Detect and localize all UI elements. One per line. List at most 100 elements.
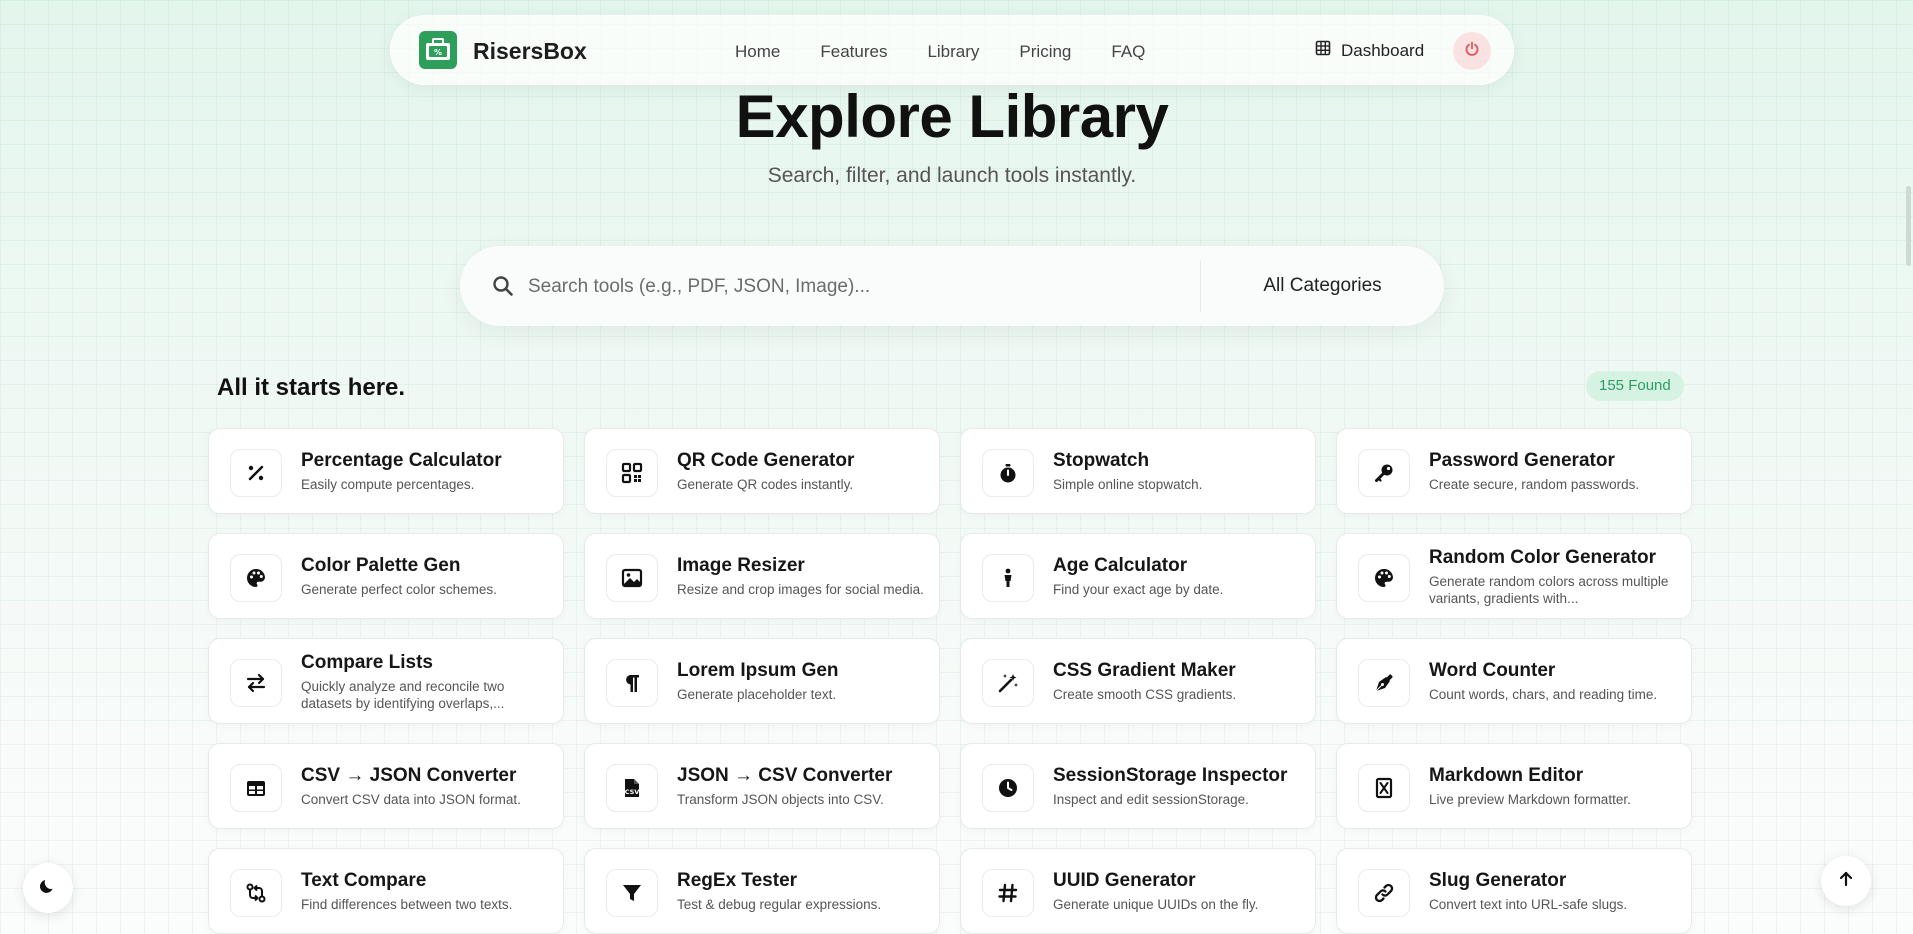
tool-title: SessionStorage Inspector xyxy=(1053,765,1288,786)
dashboard-label: Dashboard xyxy=(1341,40,1425,60)
tool-description: Quickly analyze and reconcile two datase… xyxy=(301,678,505,711)
tool-description: Inspect and edit sessionStorage. xyxy=(1053,792,1249,807)
tool-title: Color Palette Gen xyxy=(301,555,461,576)
tool-description: Count words, chars, and reading time. xyxy=(1429,687,1658,702)
moon-icon xyxy=(39,877,57,900)
tool-title: JSON → CSV Converter xyxy=(677,765,893,786)
tool-card-body: Markdown Editor Live preview Markdown for… xyxy=(1429,744,1677,828)
tool-card-sessionstorage-inspector[interactable]: SessionStorage Inspector Inspect and edit… xyxy=(960,743,1316,829)
tool-card-body: Age Calculator Find your exact age by dat… xyxy=(1053,534,1301,618)
tool-card-body: RegEx Tester Test & debug regular express… xyxy=(677,849,925,933)
nav-link-faq[interactable]: FAQ xyxy=(1111,42,1145,62)
logout-button[interactable] xyxy=(1453,32,1491,70)
tool-description: Convert CSV data into JSON format. xyxy=(301,792,521,807)
tool-card-body: QR Code Generator Generate QR codes insta… xyxy=(677,429,925,513)
tool-card-body: Image Resizer Resize and crop images for … xyxy=(677,534,925,618)
person-icon xyxy=(982,554,1034,602)
tool-description: Simple online stopwatch. xyxy=(1053,477,1203,492)
brand-name[interactable]: RisersBox xyxy=(473,38,587,65)
tool-card-random-color-generator[interactable]: Random Color Generator Generate random co… xyxy=(1336,533,1692,619)
nav-link-home[interactable]: Home xyxy=(735,42,780,62)
tool-title: Random Color Generator xyxy=(1429,546,1656,568)
tool-card-text-compare[interactable]: Text Compare Find differences between two… xyxy=(208,848,564,934)
tool-card-css-gradient-maker[interactable]: CSS Gradient Maker Create smooth CSS grad… xyxy=(960,638,1316,724)
tool-card-body: JSON → CSV Converter Transform JSON objec… xyxy=(677,744,925,828)
palette-icon xyxy=(230,554,282,602)
tool-card-json-csv-converter[interactable]: CSV JSON → CSV Converter Transform JSON ob… xyxy=(584,743,940,829)
tool-title: Markdown Editor xyxy=(1429,765,1584,786)
tool-card-body: CSS Gradient Maker Create smooth CSS grad… xyxy=(1053,639,1301,723)
category-select[interactable]: All Categories xyxy=(1201,246,1444,326)
tool-card-image-resizer[interactable]: Image Resizer Resize and crop images for … xyxy=(584,533,940,619)
scroll-to-top-button[interactable] xyxy=(1821,856,1871,906)
tool-card-word-counter[interactable]: Word Counter Count words, chars, and read… xyxy=(1336,638,1692,724)
tool-card-body: Percentage Calculator Easily compute perc… xyxy=(301,429,549,513)
tool-card-regex-tester[interactable]: RegEx Tester Test & debug regular express… xyxy=(584,848,940,934)
top-navbar: % RisersBox Home Features Library Pricin… xyxy=(390,15,1514,85)
paragraph-icon xyxy=(606,659,658,707)
tool-card-body: Text Compare Find differences between two… xyxy=(301,849,549,933)
tool-card-stopwatch[interactable]: Stopwatch Simple online stopwatch. xyxy=(960,428,1316,514)
tool-title: Password Generator xyxy=(1429,450,1615,471)
page-title: Explore Library xyxy=(735,83,1169,150)
tool-title: Word Counter xyxy=(1429,660,1556,681)
percent-icon xyxy=(230,449,282,497)
tool-description: Transform JSON objects into CSV. xyxy=(677,792,884,807)
nav-link-pricing[interactable]: Pricing xyxy=(1019,42,1071,62)
tool-card-body: Color Palette Gen Generate perfect color … xyxy=(301,534,549,618)
tool-card-uuid-generator[interactable]: UUID Generator Generate unique UUIDs on t… xyxy=(960,848,1316,934)
tool-title: Lorem Ipsum Gen xyxy=(677,660,839,681)
svg-text:%: % xyxy=(434,48,442,57)
tool-description: Create smooth CSS gradients. xyxy=(1053,687,1237,702)
tool-card-compare-lists[interactable]: Compare Lists Quickly analyze and reconci… xyxy=(208,638,564,724)
link-icon xyxy=(1358,869,1410,917)
brand-logo-icon[interactable]: % xyxy=(419,31,457,69)
nav-link-features[interactable]: Features xyxy=(820,42,887,62)
swap-arrows-icon xyxy=(230,659,282,707)
tool-card-body: Compare Lists Quickly analyze and reconci… xyxy=(301,639,549,723)
table-icon xyxy=(230,764,282,812)
tool-title: Slug Generator xyxy=(1429,870,1567,891)
tool-description: Generate unique UUIDs on the fly. xyxy=(1053,897,1259,912)
tool-title: CSS Gradient Maker xyxy=(1053,660,1236,681)
tool-description: Test & debug regular expressions. xyxy=(677,897,882,912)
tool-card-body: Password Generator Create secure, random … xyxy=(1429,429,1677,513)
tool-card-color-palette-gen[interactable]: Color Palette Gen Generate perfect color … xyxy=(208,533,564,619)
tool-description: Easily compute percentages. xyxy=(301,477,475,492)
tool-card-qr-code-generator[interactable]: QR Code Generator Generate QR codes insta… xyxy=(584,428,940,514)
table-grid-icon xyxy=(1315,40,1331,61)
tool-title: Age Calculator xyxy=(1053,555,1188,576)
tool-card-lorem-ipsum-gen[interactable]: Lorem Ipsum Gen Generate placeholder text… xyxy=(584,638,940,724)
tool-description: Generate placeholder text. xyxy=(677,687,837,702)
tool-description: Generate perfect color schemes. xyxy=(301,582,497,597)
tool-grid: Percentage Calculator Easily compute perc… xyxy=(208,428,1696,934)
tool-card-body: Random Color Generator Generate random co… xyxy=(1429,534,1677,618)
image-icon xyxy=(606,554,658,602)
tool-card-body: Word Counter Count words, chars, and read… xyxy=(1429,639,1677,723)
tool-title: UUID Generator xyxy=(1053,870,1196,891)
dashboard-button[interactable]: Dashboard xyxy=(1315,40,1424,61)
tool-card-percentage-calculator[interactable]: Percentage Calculator Easily compute perc… xyxy=(208,428,564,514)
tool-card-body: SessionStorage Inspector Inspect and edit… xyxy=(1053,744,1301,828)
nav-links: Home Features Library Pricing FAQ xyxy=(735,42,1185,62)
filter-icon xyxy=(606,869,658,917)
tool-card-markdown-editor[interactable]: Markdown Editor Live preview Markdown for… xyxy=(1336,743,1692,829)
tool-card-body: Lorem Ipsum Gen Generate placeholder text… xyxy=(677,639,925,723)
tool-card-body: Slug Generator Convert text into URL-safe… xyxy=(1429,849,1677,933)
palette-icon xyxy=(1358,554,1410,602)
tool-card-csv-json-converter[interactable]: CSV → JSON Converter Convert CSV data int… xyxy=(208,743,564,829)
tool-description: Live preview Markdown formatter. xyxy=(1429,792,1631,807)
qr-code-icon xyxy=(606,449,658,497)
tool-card-slug-generator[interactable]: Slug Generator Convert text into URL-safe… xyxy=(1336,848,1692,934)
theme-toggle-button[interactable] xyxy=(23,863,73,913)
nav-link-library[interactable]: Library xyxy=(927,42,979,62)
tool-card-age-calculator[interactable]: Age Calculator Find your exact age by dat… xyxy=(960,533,1316,619)
arrow-up-icon xyxy=(1837,870,1855,893)
stopwatch-icon xyxy=(982,449,1034,497)
tool-title: Percentage Calculator xyxy=(301,450,502,471)
search-input[interactable] xyxy=(526,270,1140,304)
tool-card-password-generator[interactable]: Password Generator Create secure, random … xyxy=(1336,428,1692,514)
csv-file-icon: CSV xyxy=(606,764,658,812)
tool-description: Resize and crop images for social media. xyxy=(677,582,924,597)
page-scrollbar[interactable] xyxy=(1906,186,1911,266)
